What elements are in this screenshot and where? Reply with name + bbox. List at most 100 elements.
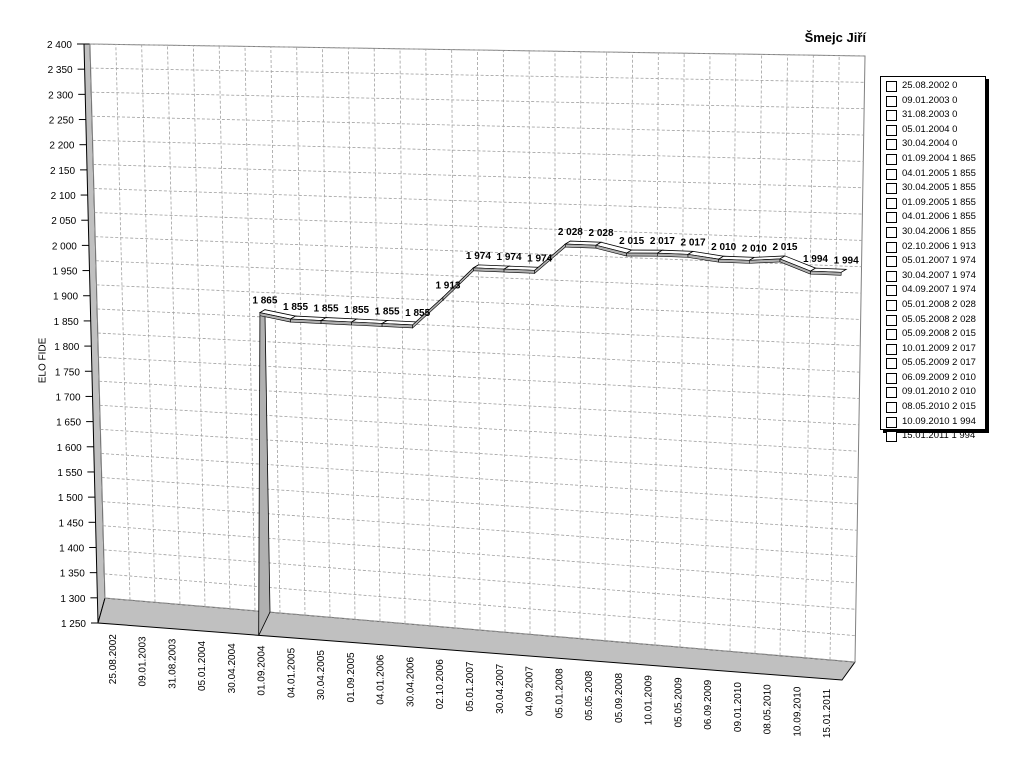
legend-entry: 05.05.2008 2 028 [881, 313, 985, 328]
legend-swatch [886, 416, 897, 428]
x-tick-label: 05.09.2008 [614, 672, 625, 722]
legend-label: 05.01.2007 1 974 [902, 255, 976, 267]
x-tick-label: 05.05.2008 [584, 670, 595, 720]
y-tick-label: 1 900 [53, 292, 78, 303]
legend-label: 10.01.2009 2 017 [902, 342, 976, 354]
data-label: 2 010 [742, 243, 767, 254]
x-tick-label: 04.09.2007 [525, 666, 536, 716]
legend-swatch [886, 402, 897, 414]
legend-entry: 10.09.2010 1 994 [881, 415, 985, 430]
legend-swatch [886, 343, 897, 355]
y-tick-label: 2 350 [48, 65, 73, 76]
legend-label: 09.01.2010 2 010 [902, 386, 976, 398]
x-tick-label: 05.01.2008 [554, 668, 565, 718]
legend-entry: 30.04.2006 1 855 [881, 225, 985, 240]
y-tick-label: 1 400 [59, 543, 84, 554]
x-tick-label: 05.01.2007 [465, 661, 476, 711]
legend-label: 08.05.2010 2 015 [902, 401, 976, 413]
x-tick-label: 09.01.2003 [138, 636, 149, 686]
data-label: 1 855 [375, 306, 400, 317]
legend-swatch [886, 168, 897, 180]
y-tick-label: 1 300 [60, 594, 85, 605]
legend-label: 04.01.2005 1 855 [902, 167, 976, 179]
legend-entry: 09.01.2010 2 010 [881, 385, 985, 400]
legend-swatch [886, 197, 897, 209]
y-tick-label: 1 350 [60, 569, 85, 580]
data-label: 1 994 [834, 255, 859, 266]
legend-entry: 30.04.2005 1 855 [881, 181, 985, 196]
legend-entry: 31.08.2003 0 [881, 108, 985, 123]
y-tick-label: 1 700 [55, 392, 80, 403]
y-axis-label: ELO FIDE [37, 337, 49, 384]
y-tick-label: 1 250 [61, 619, 86, 630]
legend-label: 30.04.2005 1 855 [902, 182, 976, 194]
legend-swatch [886, 431, 897, 443]
legend-swatch [886, 241, 897, 253]
x-tick-label: 10.01.2009 [644, 675, 655, 725]
y-tick-label: 2 050 [51, 216, 76, 227]
x-tick-label: 06.09.2009 [703, 679, 714, 729]
legend-label: 01.09.2004 1 865 [902, 152, 976, 164]
legend-label: 09.01.2003 0 [902, 94, 958, 106]
legend-swatch [886, 256, 897, 268]
data-label: 2 017 [680, 237, 705, 248]
y-tick-label: 2 400 [47, 40, 72, 51]
y-tick-label: 1 850 [54, 317, 79, 328]
legend-swatch [886, 110, 897, 122]
x-tick-label: 04.01.2006 [376, 654, 387, 704]
x-tick-label: 30.04.2004 [227, 643, 238, 693]
legend-entry: 08.05.2010 2 015 [881, 400, 985, 415]
chart: 1 250 1 300 1 350 1 400 1 450 1 500 1 550 1 600… [47, 40, 866, 738]
legend-label: 30.04.2004 0 [902, 138, 958, 150]
data-label: 2 015 [619, 236, 644, 247]
x-tick-label: 01.09.2004 [257, 645, 268, 695]
legend-swatch [886, 183, 897, 195]
legend-label: 05.05.2008 2 028 [902, 313, 976, 325]
data-label: 1 913 [435, 280, 460, 291]
y-tick-label: 1 500 [58, 493, 83, 504]
legend-label: 31.08.2003 0 [902, 109, 958, 121]
legend-entry: 25.08.2002 0 [881, 79, 985, 94]
legend-label: 05.05.2009 2 017 [902, 357, 976, 369]
legend-label: 01.09.2005 1 855 [902, 196, 976, 208]
legend-entry: 04.01.2005 1 855 [881, 167, 985, 182]
x-tick-label: 01.09.2005 [346, 652, 357, 702]
chart-title: Šmejc Jiří [804, 30, 866, 45]
x-tick-label: 08.05.2010 [763, 684, 774, 734]
data-label: 1 994 [803, 254, 828, 265]
data-label: 2 017 [650, 236, 675, 247]
legend-swatch [886, 329, 897, 341]
y-tick-label: 1 650 [56, 418, 81, 429]
x-tick-label: 10.09.2010 [792, 686, 803, 736]
data-label: 1 855 [283, 302, 308, 313]
x-tick-label: 30.04.2006 [405, 657, 416, 707]
legend-entry: 04.09.2007 1 974 [881, 283, 985, 298]
legend-entry: 30.04.2007 1 974 [881, 269, 985, 284]
legend-entry: 15.01.2011 1 994 [881, 429, 985, 444]
y-tick-label: 2 300 [48, 90, 73, 101]
data-label: 2 028 [558, 227, 583, 238]
x-tick-label: 30.04.2005 [316, 650, 327, 700]
data-label: 1 974 [497, 252, 522, 263]
y-tick-label: 1 800 [54, 342, 79, 353]
data-label: 2 028 [588, 228, 613, 239]
data-label: 2 015 [772, 242, 797, 253]
legend-swatch [886, 124, 897, 136]
x-tick-label: 05.01.2004 [197, 641, 208, 691]
line-segment [625, 249, 664, 254]
y-tick-label: 1 600 [57, 443, 82, 454]
y-tick-label: 1 750 [55, 367, 80, 378]
y-tick-label: 2 150 [50, 166, 75, 177]
legend-entry: 05.05.2009 2 017 [881, 356, 985, 371]
data-label: 2 010 [711, 242, 736, 253]
legend-swatch [886, 212, 897, 224]
data-label: 1 974 [466, 251, 491, 262]
legend-entry: 05.01.2007 1 974 [881, 254, 985, 269]
legend-swatch [886, 139, 897, 151]
back-wall [89, 43, 866, 663]
y-tick-label: 2 250 [49, 116, 74, 127]
x-tick-label: 09.01.2010 [733, 682, 744, 732]
legend-swatch [886, 314, 897, 326]
legend-entry: 02.10.2006 1 913 [881, 240, 985, 255]
legend-label: 30.04.2006 1 855 [902, 225, 976, 237]
